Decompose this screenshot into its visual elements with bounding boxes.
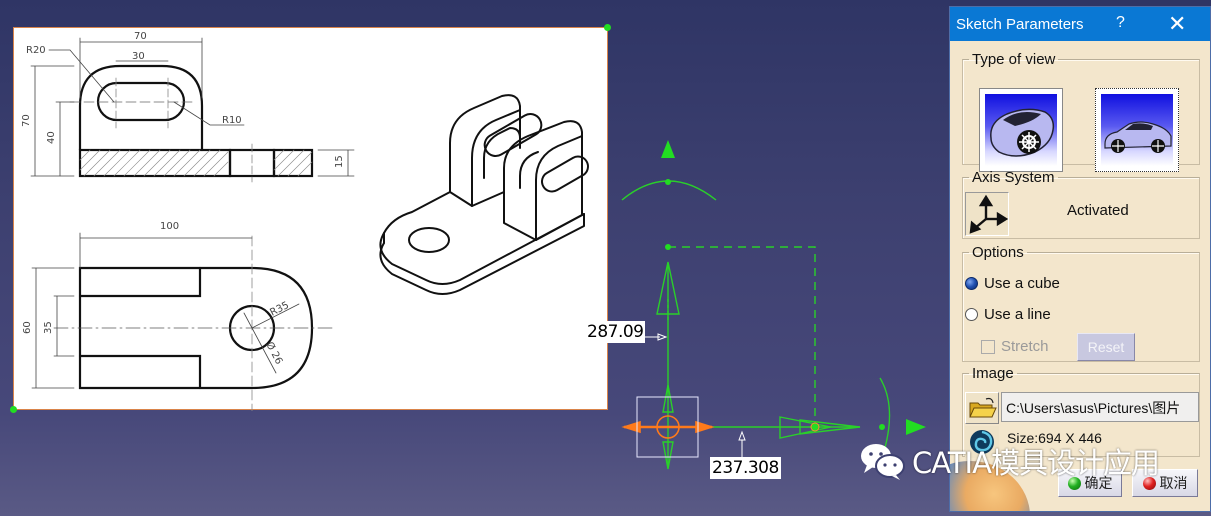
image-legend: Image — [972, 365, 1014, 382]
stretch-option[interactable]: Stretch — [981, 338, 1049, 355]
folder-open-icon — [969, 397, 997, 418]
watermark-text: CATIA模具设计应用 — [912, 446, 1160, 480]
vertical-offset-label[interactable]: 287.09 — [585, 321, 646, 343]
use-cube-label: Use a cube — [984, 275, 1060, 292]
stretch-label: Stretch — [1001, 338, 1049, 355]
use-cube-option[interactable]: Use a cube — [965, 275, 1060, 292]
type-of-view-group: Type of view — [962, 51, 1200, 172]
dialog-titlebar[interactable]: Sketch Parameters ? ✕ — [950, 7, 1210, 41]
side-view-button[interactable] — [1095, 88, 1179, 172]
options-group: Options Use a cube Use a line Stretch Re… — [962, 244, 1200, 362]
use-line-option[interactable]: Use a line — [965, 306, 1051, 323]
help-button[interactable]: ? — [1116, 14, 1125, 32]
reset-button[interactable]: Reset — [1077, 333, 1135, 361]
stretch-checkbox[interactable] — [981, 339, 995, 354]
axis-system-group: Axis System Activated — [962, 169, 1200, 239]
type-of-view-legend: Type of view — [972, 51, 1056, 68]
image-path-field[interactable]: C:\Users\asus\Pictures\图片 — [1001, 392, 1199, 422]
axis-system-button[interactable] — [965, 192, 1009, 236]
use-line-label: Use a line — [984, 306, 1051, 323]
cancel-label: 取消 — [1159, 476, 1188, 492]
options-legend: Options — [972, 244, 1024, 261]
watermark: CATIA模具设计应用 — [858, 440, 1160, 482]
perspective-view-button[interactable] — [979, 88, 1063, 172]
3d-viewport[interactable]: 70 30 R20 R10 70 40 15 100 60 35 R35 Ø 2… — [0, 0, 1211, 516]
car-perspective-icon — [985, 94, 1057, 166]
axis-system-status: Activated — [1067, 202, 1129, 219]
wechat-icon — [858, 440, 908, 482]
use-cube-radio[interactable] — [965, 277, 978, 290]
close-button[interactable]: ✕ — [1168, 11, 1186, 37]
axis-system-legend: Axis System — [972, 169, 1055, 186]
y-direction-arrow[interactable] — [661, 140, 675, 158]
horizontal-offset-label[interactable]: 237.308 — [710, 457, 781, 479]
x-direction-arrow[interactable] — [906, 419, 926, 435]
image-bounds-dashed — [668, 246, 816, 425]
axis-system-icon — [969, 194, 1009, 234]
use-line-radio[interactable] — [965, 308, 978, 321]
car-side-icon — [1101, 94, 1173, 166]
browse-button[interactable] — [965, 392, 999, 424]
sketch-parameters-dialog: Sketch Parameters ? ✕ Type of view Axis … — [949, 6, 1211, 512]
